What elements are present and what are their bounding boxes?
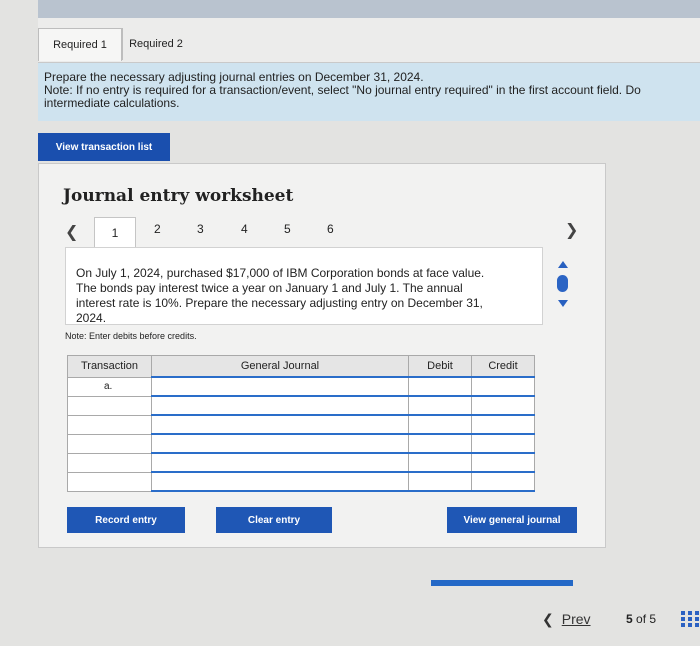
credit-field[interactable] bbox=[471, 414, 535, 435]
credit-field[interactable] bbox=[471, 395, 535, 416]
table-row bbox=[67, 471, 535, 492]
journal-table: Transaction General Journal Debit Credit… bbox=[67, 355, 535, 492]
header-transaction: Transaction bbox=[67, 355, 152, 378]
current-page: 5 bbox=[626, 612, 633, 626]
header-debit: Debit bbox=[408, 355, 472, 378]
credit-field[interactable] bbox=[471, 433, 535, 454]
transaction-cell bbox=[67, 414, 152, 435]
step-tab-4[interactable]: 4 bbox=[241, 222, 248, 236]
step-tab-5[interactable]: 5 bbox=[284, 222, 291, 236]
tab-required-2[interactable]: Required 2 bbox=[122, 28, 189, 60]
scroll-thumb[interactable] bbox=[557, 275, 568, 292]
prev-label: Prev bbox=[561, 611, 591, 627]
clear-entry-button[interactable]: Clear entry bbox=[216, 507, 332, 533]
debit-field[interactable] bbox=[408, 395, 472, 416]
transaction-prompt: On July 1, 2024, purchased $17,000 of IB… bbox=[65, 247, 543, 325]
prompt-line: On July 1, 2024, purchased $17,000 of IB… bbox=[76, 266, 485, 280]
prompt-scroll-control[interactable] bbox=[557, 261, 569, 321]
page-count: 5 of 5 bbox=[626, 612, 656, 626]
debit-field[interactable] bbox=[408, 471, 472, 492]
prompt-line: interest rate is 10%. Prepare the necess… bbox=[76, 296, 483, 310]
scroll-down-arrow-icon[interactable] bbox=[558, 300, 568, 307]
header-credit: Credit bbox=[471, 355, 535, 378]
transaction-cell bbox=[67, 395, 152, 416]
table-row bbox=[67, 452, 535, 473]
credit-field[interactable] bbox=[471, 471, 535, 492]
transaction-cell bbox=[67, 433, 152, 454]
table-row bbox=[67, 395, 535, 416]
top-header-bar bbox=[38, 0, 700, 18]
instructions-panel: Prepare the necessary adjusting journal … bbox=[38, 63, 700, 121]
tabs-row: Required 1 Required 2 bbox=[38, 18, 700, 63]
view-transaction-list-button[interactable]: View transaction list bbox=[38, 133, 170, 161]
journal-entry-worksheet: Journal entry worksheet ❮ 1 2 3 4 5 6 ❯ … bbox=[38, 163, 606, 548]
account-field[interactable] bbox=[151, 414, 409, 435]
credit-field[interactable] bbox=[471, 376, 535, 397]
debit-field[interactable] bbox=[408, 376, 472, 397]
transaction-cell bbox=[67, 452, 152, 473]
page-of: of bbox=[636, 612, 647, 626]
instructions-line-3: intermediate calculations. bbox=[44, 96, 180, 110]
account-field[interactable] bbox=[151, 433, 409, 454]
account-field[interactable] bbox=[151, 452, 409, 473]
account-field[interactable] bbox=[151, 471, 409, 492]
record-entry-button[interactable]: Record entry bbox=[67, 507, 185, 533]
prev-button[interactable]: ❮ Prev bbox=[542, 611, 591, 628]
table-row bbox=[67, 433, 535, 454]
step-tab-6[interactable]: 6 bbox=[327, 222, 334, 236]
account-field[interactable] bbox=[151, 376, 409, 397]
step-tab-2[interactable]: 2 bbox=[154, 222, 161, 236]
view-general-journal-button[interactable]: View general journal bbox=[447, 507, 577, 533]
header-general-journal: General Journal bbox=[151, 355, 409, 378]
debits-note: Note: Enter debits before credits. bbox=[65, 331, 197, 341]
table-row bbox=[67, 414, 535, 435]
progress-bar bbox=[431, 580, 573, 586]
chevron-left-icon[interactable]: ❮ bbox=[65, 222, 78, 242]
worksheet-title: Journal entry worksheet bbox=[63, 186, 294, 206]
transaction-cell: a. bbox=[67, 376, 152, 397]
chevron-left-icon: ❮ bbox=[542, 611, 554, 627]
step-tab-1[interactable]: 1 bbox=[94, 217, 136, 248]
credit-field[interactable] bbox=[471, 452, 535, 473]
debit-field[interactable] bbox=[408, 433, 472, 454]
step-tab-3[interactable]: 3 bbox=[197, 222, 204, 236]
debit-field[interactable] bbox=[408, 452, 472, 473]
tab-required-1[interactable]: Required 1 bbox=[38, 28, 122, 61]
grid-icon[interactable] bbox=[681, 611, 699, 628]
prompt-line: 2024. bbox=[76, 311, 107, 325]
chevron-right-icon[interactable]: ❯ bbox=[565, 220, 578, 240]
table-row: a. bbox=[67, 376, 535, 397]
debit-field[interactable] bbox=[408, 414, 472, 435]
prompt-line: The bonds pay interest twice a year on J… bbox=[76, 281, 463, 295]
transaction-cell bbox=[67, 471, 152, 492]
scroll-up-arrow-icon[interactable] bbox=[558, 261, 568, 268]
total-pages: 5 bbox=[649, 612, 657, 626]
account-field[interactable] bbox=[151, 395, 409, 416]
